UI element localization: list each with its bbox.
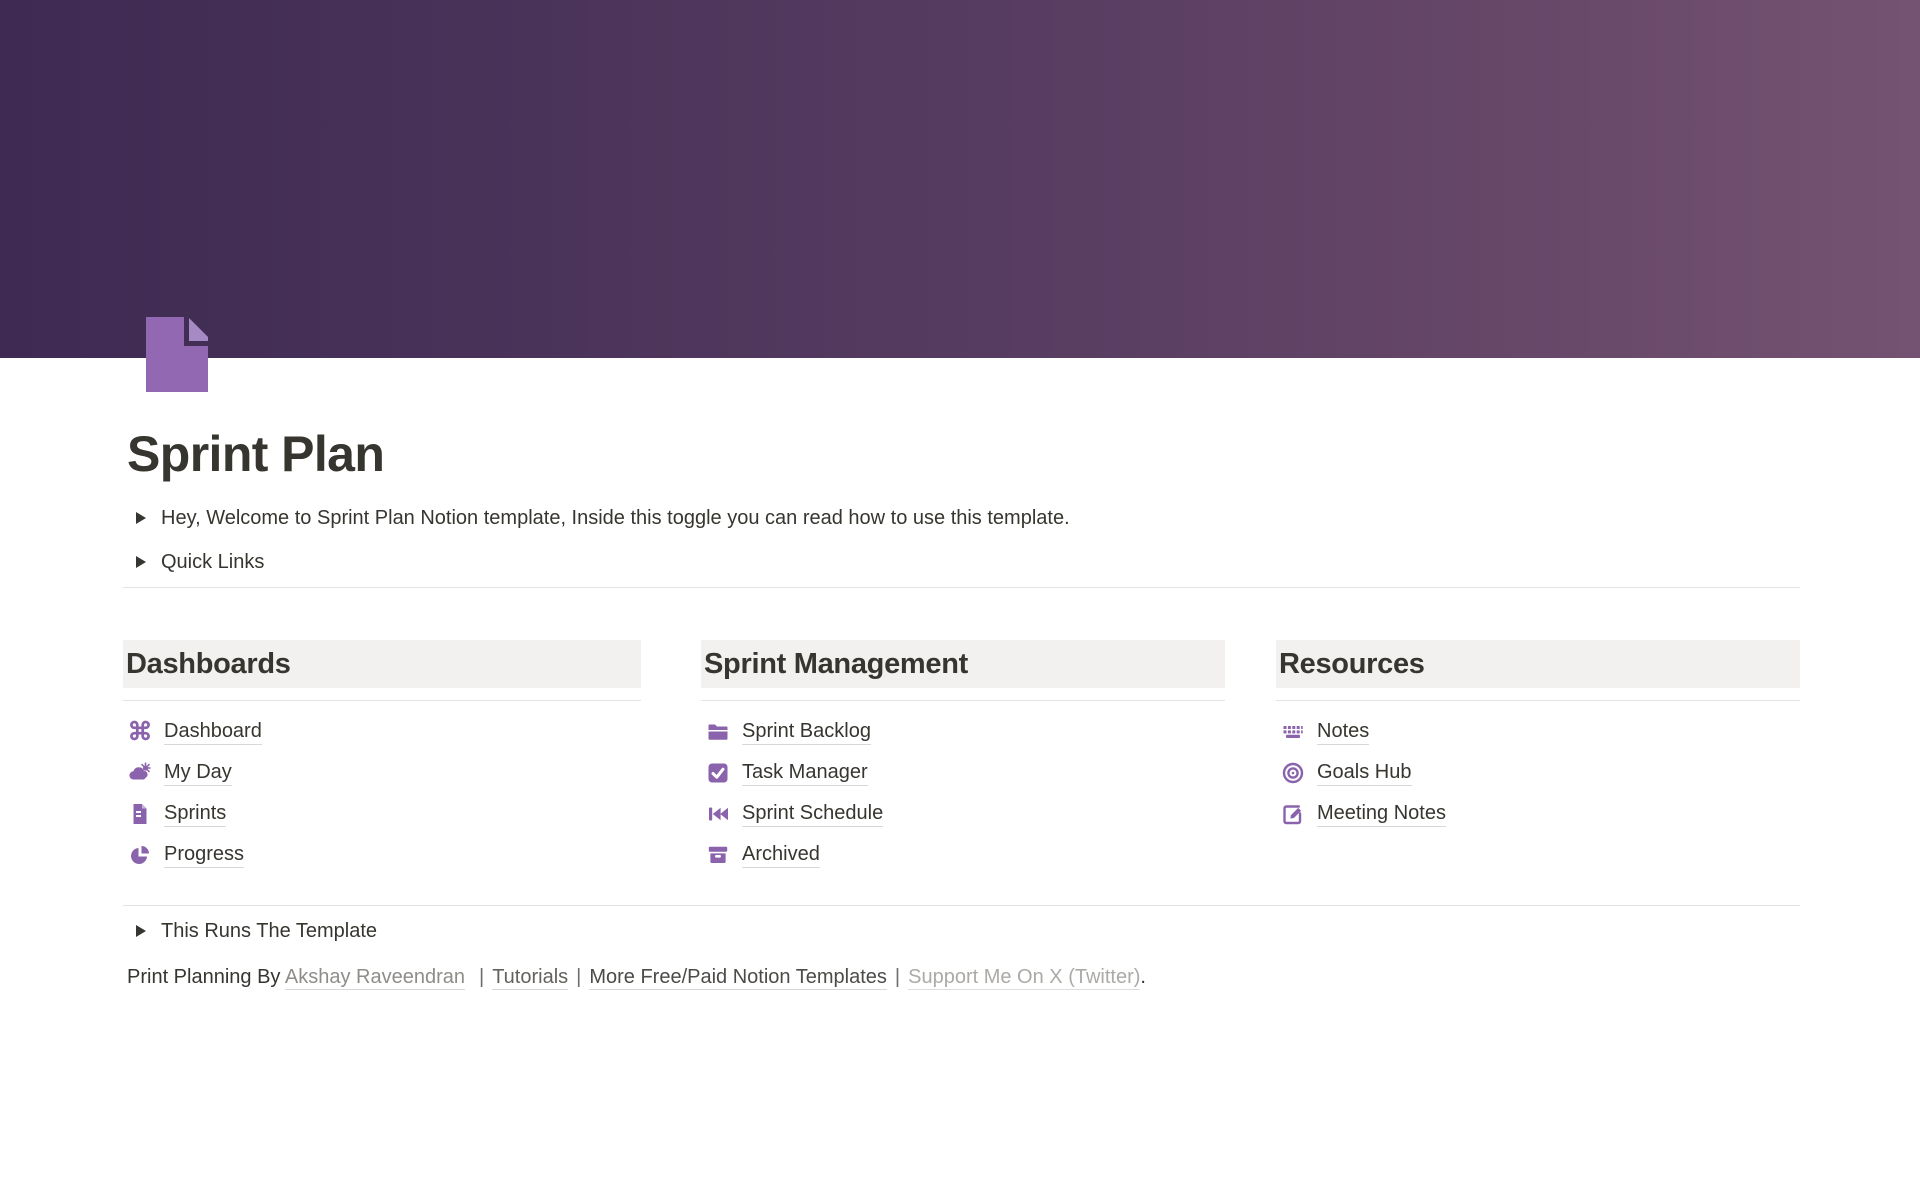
- toggle-runs-template-label: This Runs The Template: [161, 916, 377, 946]
- link-list: ⌘ Dashboard: [123, 711, 641, 875]
- page-link-meeting-notes[interactable]: Meeting Notes: [1276, 793, 1800, 834]
- credits-line: Print Planning By Akshay Raveendran|Tuto…: [127, 962, 1146, 993]
- pie-chart-icon: [129, 844, 151, 866]
- compose-icon: [1282, 803, 1304, 825]
- credits-prefix: Print Planning By: [127, 966, 285, 988]
- page-link-archived[interactable]: Archived: [701, 834, 1225, 875]
- checkbox-icon: [707, 762, 729, 784]
- divider: [1276, 700, 1800, 701]
- page-link-sprint-schedule[interactable]: Sprint Schedule: [701, 793, 1225, 834]
- link-support-twitter[interactable]: Support Me On X (Twitter): [908, 966, 1140, 990]
- column-resources: Resources N: [1276, 640, 1800, 875]
- separator: |: [887, 966, 908, 988]
- page-link-my-day[interactable]: My Day: [123, 752, 641, 793]
- section-heading: Resources: [1276, 640, 1800, 688]
- column-list: Dashboards ⌘ Dashboard: [123, 640, 1800, 875]
- page-link-goals-hub[interactable]: Goals Hub: [1276, 752, 1800, 793]
- divider: [123, 905, 1800, 906]
- page-link-notes[interactable]: Notes: [1276, 711, 1800, 752]
- divider: [123, 587, 1800, 588]
- notion-page: Sprint Plan Hey, Welcome to Sprint Plan …: [0, 0, 1920, 1199]
- keyboard-icon: [1282, 721, 1304, 743]
- page-link-sprints[interactable]: Sprints: [123, 793, 641, 834]
- command-icon: ⌘: [129, 721, 151, 743]
- page-link-sprint-backlog[interactable]: Sprint Backlog: [701, 711, 1225, 752]
- toggle-welcome-label: Hey, Welcome to Sprint Plan Notion templ…: [161, 503, 1070, 533]
- column-sprint-management: Sprint Management Sprint Backlog: [701, 640, 1225, 875]
- section-heading: Sprint Management: [701, 640, 1225, 688]
- separator: |: [465, 966, 492, 988]
- page-content: Sprint Plan Hey, Welcome to Sprint Plan …: [123, 0, 1800, 1199]
- credits-suffix: .: [1140, 966, 1146, 988]
- link-tutorials[interactable]: Tutorials: [492, 966, 568, 990]
- document-icon: [129, 803, 151, 825]
- page-title: Sprint Plan: [127, 424, 384, 484]
- target-icon: [1282, 762, 1304, 784]
- toggle-triangle-icon[interactable]: [127, 511, 161, 525]
- toggle-welcome[interactable]: Hey, Welcome to Sprint Plan Notion templ…: [127, 503, 1070, 533]
- page-link-progress[interactable]: Progress: [123, 834, 641, 875]
- column-dashboards: Dashboards ⌘ Dashboard: [123, 640, 641, 875]
- folder-icon: [707, 721, 729, 743]
- rewind-icon: [707, 803, 729, 825]
- section-heading: Dashboards: [123, 640, 641, 688]
- page-link-dashboard[interactable]: ⌘ Dashboard: [123, 711, 641, 752]
- divider: [701, 700, 1225, 701]
- toggle-runs-template[interactable]: This Runs The Template: [127, 916, 377, 946]
- separator: |: [568, 966, 589, 988]
- link-list: Notes Goals Hub: [1276, 711, 1800, 834]
- link-author[interactable]: Akshay Raveendran: [285, 966, 465, 990]
- divider: [123, 700, 641, 701]
- toggle-quick-links-label: Quick Links: [161, 547, 264, 577]
- toggle-quick-links[interactable]: Quick Links: [127, 547, 264, 577]
- toggle-triangle-icon[interactable]: [127, 555, 161, 569]
- link-list: Sprint Backlog Task Manager: [701, 711, 1225, 875]
- toggle-triangle-icon[interactable]: [127, 924, 161, 938]
- archive-icon: [707, 844, 729, 866]
- link-more-templates[interactable]: More Free/Paid Notion Templates: [589, 966, 887, 990]
- page-link-task-manager[interactable]: Task Manager: [701, 752, 1225, 793]
- sun-cloud-icon: [129, 762, 151, 784]
